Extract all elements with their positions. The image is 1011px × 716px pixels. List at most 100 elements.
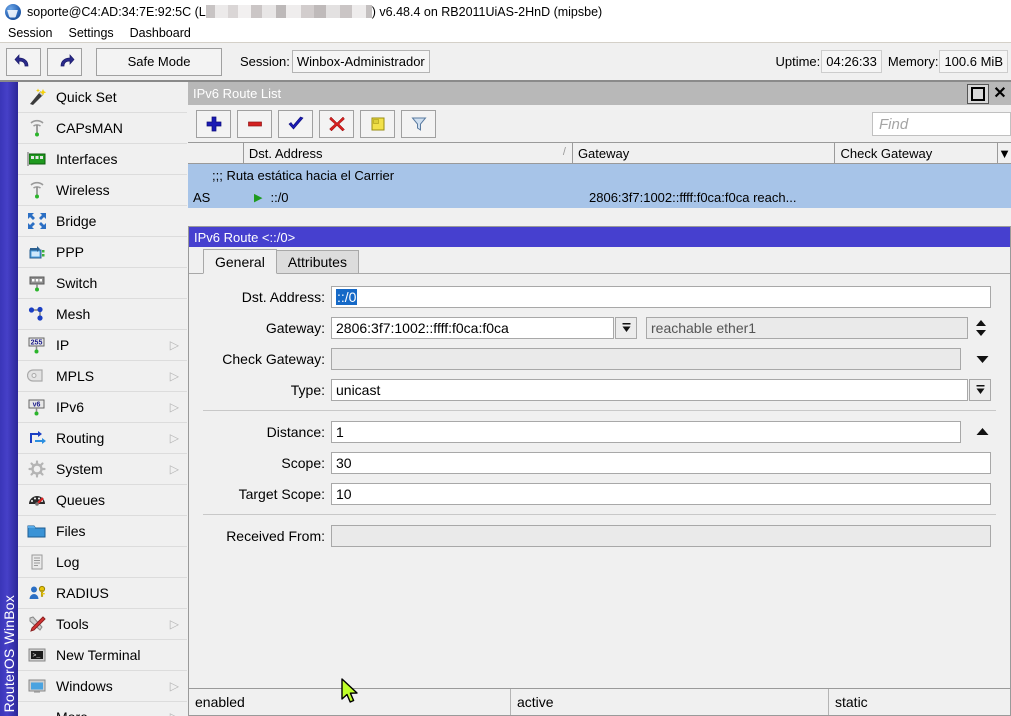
window-title-bar: soporte@C4:AD:34:7E:92:5C (L ) v6.48.4 o… bbox=[0, 0, 1011, 23]
safe-mode-button[interactable]: Safe Mode bbox=[96, 48, 222, 76]
distance-spinner-up[interactable] bbox=[969, 421, 995, 443]
target-scope-label: Target Scope: bbox=[189, 486, 331, 502]
sidebar-item-wireless[interactable]: Wireless bbox=[18, 175, 187, 206]
route-comment-text: ;;; Ruta estática hacia el Carrier bbox=[188, 168, 394, 183]
sidebar-item-switch[interactable]: Switch bbox=[18, 268, 187, 299]
dialog-tab-bar: General Attributes bbox=[189, 247, 1010, 274]
terminal-icon: >_ bbox=[24, 644, 50, 666]
sidebar-item-interfaces[interactable]: Interfaces bbox=[18, 144, 187, 175]
ipv6-route-list-window: IPv6 Route List ✕ bbox=[188, 82, 1011, 716]
cell-flags: AS bbox=[188, 186, 249, 208]
sidebar-item-log[interactable]: Log bbox=[18, 547, 187, 578]
add-button[interactable] bbox=[196, 110, 231, 138]
routing-arrows-icon bbox=[24, 427, 50, 449]
menu-item-dashboard[interactable]: Dashboard bbox=[122, 25, 199, 41]
sidebar-item-routing[interactable]: Routing ▷ bbox=[18, 423, 187, 454]
sidebar-item-label: Windows bbox=[56, 678, 165, 694]
chevron-down-bar-icon bbox=[621, 322, 632, 334]
sidebar-item-bridge[interactable]: Bridge bbox=[18, 206, 187, 237]
scope-input[interactable]: 30 bbox=[331, 452, 991, 474]
distance-input[interactable]: 1 bbox=[331, 421, 961, 443]
comment-button[interactable] bbox=[360, 110, 395, 138]
table-row[interactable]: AS ▶ ::/0 2806:3f7:1002::ffff:f0ca:f0ca … bbox=[188, 186, 1011, 208]
funnel-icon bbox=[410, 115, 428, 133]
enable-button[interactable] bbox=[278, 110, 313, 138]
gateway-input[interactable]: 2806:3f7:1002::ffff:f0ca:f0ca bbox=[331, 317, 614, 339]
field-row-target-scope: Target Scope: 10 bbox=[189, 483, 1010, 505]
sidebar-item-ip[interactable]: 255 IP ▷ bbox=[18, 330, 187, 361]
redo-icon bbox=[55, 54, 75, 70]
sidebar-item-mpls[interactable]: MPLS ▷ bbox=[18, 361, 187, 392]
sidebar-item-label: Queues bbox=[56, 492, 165, 508]
comment-note-icon bbox=[369, 115, 387, 133]
folder-icon bbox=[24, 520, 50, 542]
sidebar-item-ipv6[interactable]: v6 IPv6 ▷ bbox=[18, 392, 187, 423]
dst-address-value: ::/0 bbox=[336, 289, 357, 305]
sidebar-item-label: Wireless bbox=[56, 182, 165, 198]
type-input[interactable]: unicast bbox=[331, 379, 968, 401]
distance-label: Distance: bbox=[189, 424, 331, 440]
table-row-comment[interactable]: ;;; Ruta estática hacia el Carrier bbox=[188, 164, 1011, 186]
sidebar-item-label: PPP bbox=[56, 244, 165, 260]
chevron-down-icon bbox=[975, 354, 990, 364]
menu-item-session[interactable]: Session bbox=[0, 25, 60, 41]
column-header-flags[interactable] bbox=[188, 143, 244, 164]
redo-button[interactable] bbox=[47, 48, 82, 76]
sidebar-item-more[interactable]: More ▷ bbox=[18, 702, 187, 716]
sidebar-item-system[interactable]: System ▷ bbox=[18, 454, 187, 485]
route-list-title: IPv6 Route List bbox=[193, 86, 281, 101]
scope-label: Scope: bbox=[189, 455, 331, 471]
close-button[interactable]: ✕ bbox=[990, 85, 1010, 103]
column-header-dst-address[interactable]: Dst. Address / bbox=[244, 143, 573, 164]
session-label: Session: bbox=[240, 54, 290, 69]
field-row-dst-address: Dst. Address: ::/0 bbox=[189, 286, 1010, 308]
column-header-gateway[interactable]: Gateway bbox=[573, 143, 836, 164]
tab-general[interactable]: General bbox=[203, 249, 277, 274]
tab-attributes[interactable]: Attributes bbox=[276, 250, 359, 273]
sidebar-item-quick-set[interactable]: Quick Set bbox=[18, 82, 187, 113]
column-chooser-button[interactable]: ▼ bbox=[998, 143, 1011, 164]
sidebar-item-radius[interactable]: RADIUS bbox=[18, 578, 187, 609]
chevron-right-icon: ▷ bbox=[165, 400, 179, 414]
sidebar-item-label: New Terminal bbox=[56, 647, 165, 663]
dst-address-input[interactable]: ::/0 bbox=[331, 286, 991, 308]
search-input[interactable]: Find bbox=[872, 112, 1011, 136]
sidebar-item-windows[interactable]: Windows ▷ bbox=[18, 671, 187, 702]
session-value-field[interactable]: Winbox-Administrador bbox=[292, 50, 430, 73]
up-down-arrows-icon bbox=[974, 318, 988, 338]
sidebar-item-capsman[interactable]: CAPsMAN bbox=[18, 113, 187, 144]
gateway-dropdown-button[interactable] bbox=[615, 317, 637, 339]
sidebar-item-label: System bbox=[56, 461, 165, 477]
svg-text:v6: v6 bbox=[33, 401, 41, 408]
sidebar-item-ppp[interactable]: PPP bbox=[18, 237, 187, 268]
sidebar-item-files[interactable]: Files bbox=[18, 516, 187, 547]
chevron-right-icon: ▷ bbox=[165, 462, 179, 476]
filter-button[interactable] bbox=[401, 110, 436, 138]
type-dropdown-button[interactable] bbox=[969, 379, 991, 401]
tools-icon bbox=[24, 613, 50, 635]
sidebar-item-label: More bbox=[56, 709, 165, 716]
antenna-icon bbox=[24, 117, 50, 139]
magic-wand-icon bbox=[24, 86, 50, 108]
mesh-nodes-icon bbox=[24, 303, 50, 325]
check-icon bbox=[287, 115, 305, 133]
sidebar-item-mesh[interactable]: Mesh bbox=[18, 299, 187, 330]
gateway-updown-spinner[interactable] bbox=[968, 317, 994, 339]
sidebar-menu-list: Quick Set CAPsMAN bbox=[18, 82, 187, 716]
target-scope-input[interactable]: 10 bbox=[331, 483, 991, 505]
route-list-toolbar: Find bbox=[188, 105, 1011, 142]
remove-button[interactable] bbox=[237, 110, 272, 138]
maximize-button[interactable] bbox=[967, 84, 989, 104]
sidebar-item-queues[interactable]: Queues bbox=[18, 485, 187, 516]
check-gateway-dropdown-arrow[interactable] bbox=[969, 348, 995, 370]
sidebar-item-new-terminal[interactable]: >_ New Terminal bbox=[18, 640, 187, 671]
check-gateway-input[interactable] bbox=[331, 348, 961, 370]
column-label: Dst. Address bbox=[249, 146, 323, 161]
menu-item-settings[interactable]: Settings bbox=[60, 25, 121, 41]
field-row-scope: Scope: 30 bbox=[189, 452, 1010, 474]
sidebar-item-tools[interactable]: Tools ▷ bbox=[18, 609, 187, 640]
undo-button[interactable] bbox=[6, 48, 41, 76]
check-gateway-label: Check Gateway: bbox=[189, 351, 331, 367]
disable-button[interactable] bbox=[319, 110, 354, 138]
column-header-check-gateway[interactable]: Check Gateway bbox=[835, 143, 998, 164]
